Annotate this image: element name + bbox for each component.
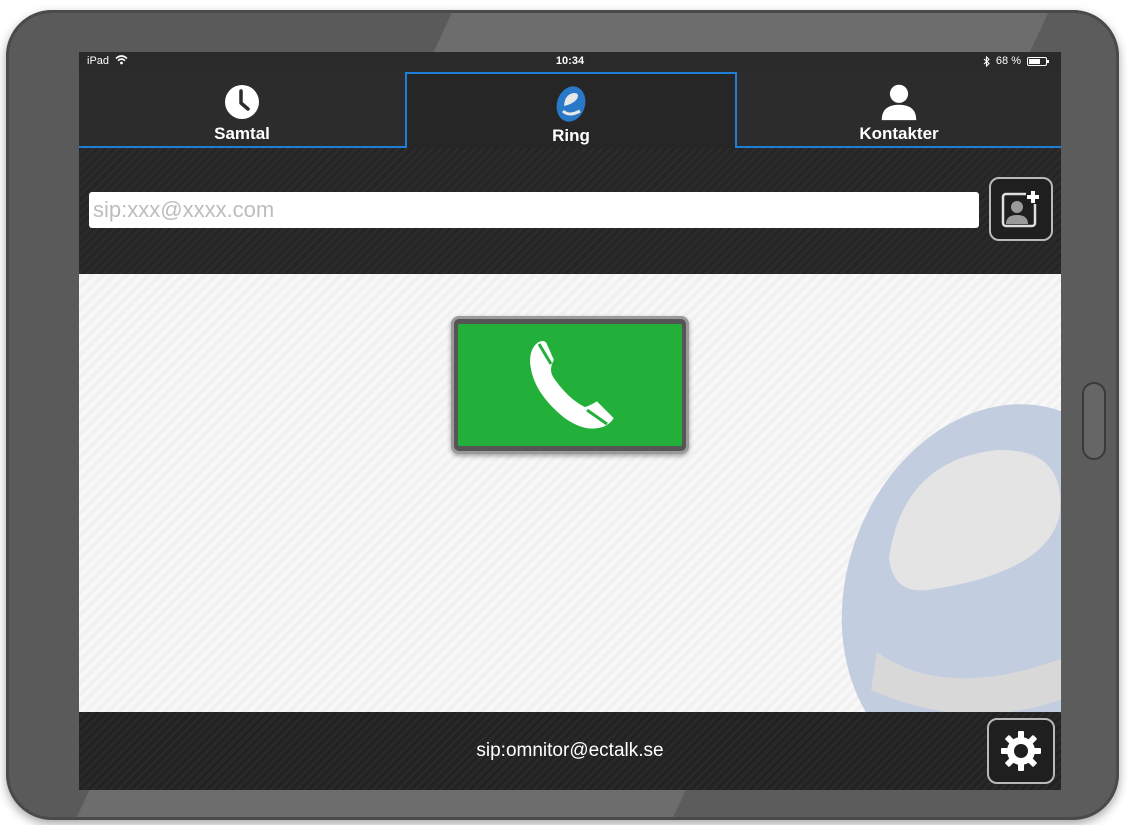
clock-time: 10:34 [555, 55, 585, 67]
call-button[interactable] [451, 316, 689, 454]
status-bar: iPad 10:34 68 % [79, 52, 1061, 72]
home-button[interactable] [1082, 382, 1106, 460]
status-right: 68 % [983, 55, 1049, 67]
bluetooth-icon [983, 55, 990, 67]
sip-address-input[interactable] [89, 192, 979, 228]
tab-label: Samtal [214, 124, 270, 143]
add-contact-button[interactable] [989, 177, 1053, 241]
battery-fill [1029, 58, 1040, 64]
gear-icon [1001, 731, 1041, 771]
tab-bar: Samtal Ring Kontakter [79, 72, 1061, 148]
footer-bar: sip:omnitor@ectalk.se [79, 712, 1061, 790]
main-area [79, 274, 1061, 712]
tab-label: Kontakter [859, 124, 939, 143]
add-contact-icon [1001, 190, 1040, 228]
app-screen: iPad 10:34 68 % Samtal Ring Kontakter si… [79, 52, 1061, 790]
battery-icon [1027, 56, 1049, 66]
tab-samtal[interactable]: Samtal [79, 72, 405, 148]
dial-bar [79, 148, 1061, 274]
tab-ring[interactable]: Ring [405, 72, 737, 148]
phone-handset-icon [527, 339, 617, 431]
account-address: sip:omnitor@ectalk.se [476, 740, 664, 761]
battery-percent: 68 % [995, 55, 1021, 67]
call-button-face [458, 324, 682, 446]
tab-kontakter[interactable]: Kontakter [737, 72, 1061, 148]
person-icon [879, 82, 919, 122]
e-logo-icon [551, 84, 591, 124]
settings-button[interactable] [987, 718, 1055, 784]
tab-label: Ring [552, 126, 590, 145]
clock-icon [222, 82, 262, 122]
e-watermark-logo [841, 404, 1061, 712]
